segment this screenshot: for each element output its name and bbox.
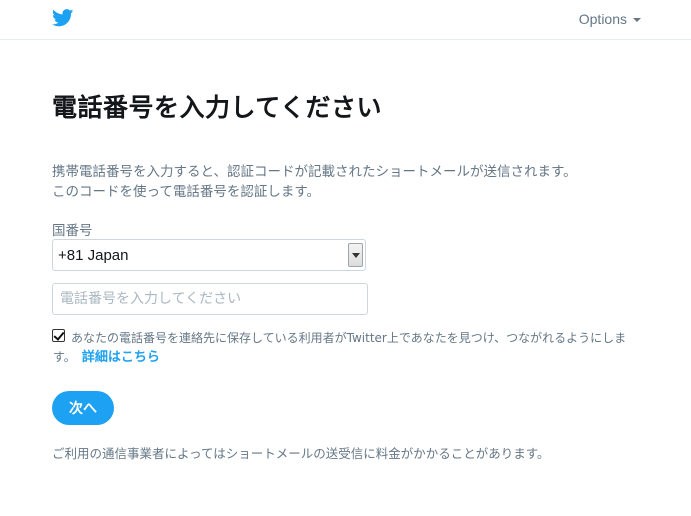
country-code-value: +81 Japan: [58, 247, 129, 264]
description: 携帯電話番号を入力すると、認証コードが記載されたショートメールが送信されます。 …: [52, 162, 652, 202]
top-bar: Options: [0, 0, 691, 40]
page-title: 電話番号を入力してください: [52, 93, 383, 122]
next-button[interactable]: 次へ: [52, 391, 114, 425]
learn-more-link[interactable]: 詳細はこちら: [82, 350, 160, 365]
country-code-select[interactable]: +81 Japan: [52, 239, 366, 271]
consent-text-line-1: あなたの電話番号を連絡先に保存している利用者がTwitter上であなたを見つけ、…: [71, 331, 627, 345]
options-menu[interactable]: Options: [579, 11, 641, 27]
description-line-2: このコードを使って電話番号を認証します。: [52, 184, 320, 200]
carrier-fee-note: ご利用の通信事業者によってはショートメールの送受信に料金がかかることがあります。: [52, 446, 550, 461]
phone-number-input[interactable]: [52, 283, 368, 315]
discoverability-consent: あなたの電話番号を連絡先に保存している利用者がTwitter上であなたを見つけ、…: [53, 329, 646, 367]
consent-text-line-2: す。: [53, 350, 76, 364]
twitter-bird-icon[interactable]: [52, 9, 74, 27]
country-code-label: 国番号: [52, 223, 93, 239]
caret-down-icon: [633, 18, 641, 23]
description-line-1: 携帯電話番号を入力すると、認証コードが記載されたショートメールが送信されます。: [52, 164, 577, 180]
dropdown-arrow-icon[interactable]: [348, 243, 363, 267]
discoverability-checkbox[interactable]: [52, 329, 65, 342]
options-label: Options: [578, 11, 627, 27]
